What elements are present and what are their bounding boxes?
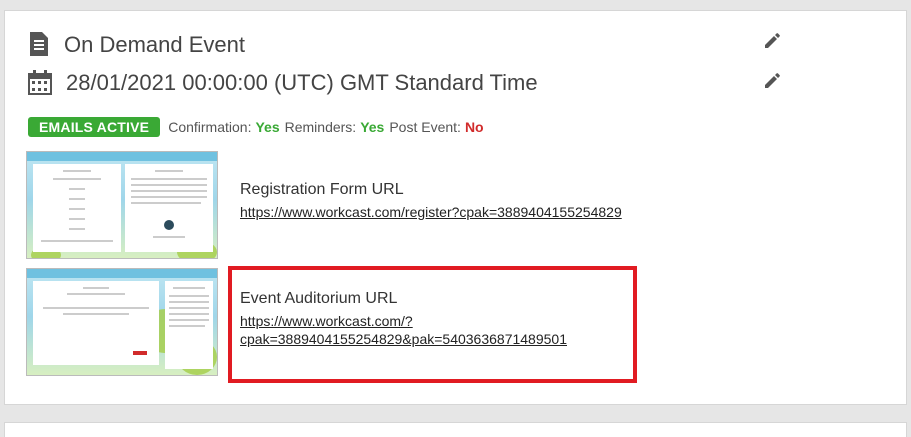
auditorium-url-block: Event Auditorium URL https://www.workcas… <box>240 290 567 348</box>
registration-url-link[interactable]: https://www.workcast.com/register?cpak=3… <box>240 203 622 221</box>
post-event-value: No <box>464 119 484 135</box>
confirmation-label: Confirmation: <box>168 119 252 135</box>
auditorium-url-title: Event Auditorium URL <box>240 290 398 307</box>
edit-title-pencil-icon[interactable] <box>762 31 786 55</box>
event-date-row: 28/01/2021 00:00:00 (UTC) GMT Standard T… <box>28 66 538 100</box>
auditorium-page-thumbnail[interactable] <box>26 268 218 376</box>
registration-url-block: Registration Form URL https://www.workca… <box>240 181 622 221</box>
calendar-icon <box>28 70 52 96</box>
confirmation-value: Yes <box>255 119 280 135</box>
registration-page-thumbnail[interactable] <box>26 151 218 259</box>
email-status-row: EMAILS ACTIVE Confirmation: Yes Reminder… <box>28 116 484 138</box>
document-icon <box>28 32 50 58</box>
event-date: 28/01/2021 00:00:00 (UTC) GMT Standard T… <box>66 70 538 95</box>
edit-date-pencil-icon[interactable] <box>762 71 786 95</box>
reminders-value: Yes <box>360 119 385 135</box>
registration-url-title: Registration Form URL <box>240 181 404 198</box>
emails-active-badge: EMAILS ACTIVE <box>28 117 161 137</box>
next-card <box>4 422 907 437</box>
auditorium-url-link-line1[interactable]: https://www.workcast.com/? <box>240 312 567 330</box>
post-event-label: Post Event: <box>389 119 461 135</box>
event-title-row: On Demand Event <box>28 28 245 62</box>
auditorium-url-link-line2[interactable]: cpak=3889404155254829&pak=54036368714895… <box>240 330 567 348</box>
reminders-label: Reminders: <box>284 119 357 135</box>
event-title: On Demand Event <box>64 32 245 57</box>
